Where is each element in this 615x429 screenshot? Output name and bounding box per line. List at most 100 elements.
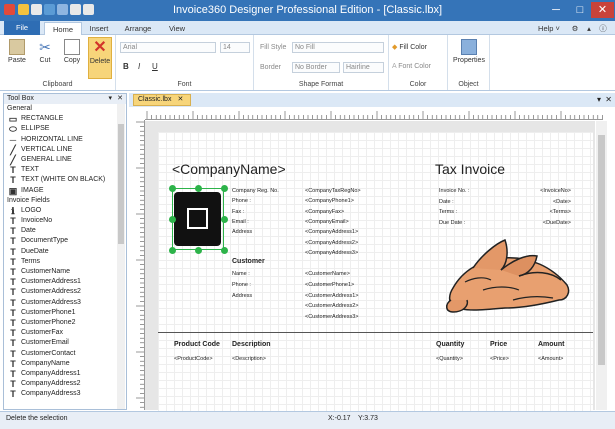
toolbox-item[interactable]: T CustomerAddress1	[4, 277, 118, 287]
invoice-field-value[interactable]: <DueDate>	[508, 220, 571, 226]
invoice-field-label[interactable]: Due Date :	[439, 220, 465, 226]
toolbox-scroll-thumb[interactable]	[118, 124, 124, 244]
toolbox-item[interactable]: T CustomerPhone1	[4, 308, 118, 318]
invoice-field-value[interactable]: <InvoiceNo>	[508, 188, 571, 194]
toolbox-item[interactable]: T CompanyAddress3	[4, 389, 118, 399]
column-header[interactable]: Quantity	[436, 341, 464, 348]
company-field-value[interactable]: <CompanyAddress1>	[305, 229, 358, 235]
resize-handle-sw[interactable]	[169, 247, 176, 254]
company-field-label[interactable]: Email :	[232, 219, 249, 225]
toolbox-category[interactable]: General	[4, 104, 118, 114]
help-menu[interactable]: Help ˅	[534, 22, 564, 35]
column-value[interactable]: <ProductCode>	[174, 356, 213, 362]
paste-button[interactable]: Paste	[6, 37, 28, 79]
company-field-label[interactable]: Phone :	[232, 198, 251, 204]
customer-field-value[interactable]: <CustomerName>	[305, 271, 350, 277]
toolbox-item[interactable]: T CustomerPhone2	[4, 318, 118, 328]
invoice-page[interactable]: <CompanyName> Tax Invoice Company Reg. N…	[158, 132, 593, 412]
underline-button[interactable]: U	[152, 62, 158, 71]
font-size-select[interactable]: 14	[220, 42, 250, 53]
font-name-select[interactable]: Arial	[120, 42, 216, 53]
tab-insert[interactable]: Insert	[84, 22, 114, 35]
customer-field-label[interactable]: Address	[232, 293, 252, 299]
font-color-button[interactable]: A Font Color	[392, 63, 431, 70]
toolbox-item[interactable]: ▭ RECTANGLE	[4, 114, 118, 124]
customer-field-value[interactable]: <CustomerPhone1>	[305, 282, 354, 288]
toolbox-item[interactable]: T CustomerEmail	[4, 338, 118, 348]
toolbox-item[interactable]: T Date	[4, 226, 118, 236]
toolbox-category[interactable]: Invoice Fields	[4, 196, 118, 206]
tab-file[interactable]: File	[4, 21, 40, 35]
options-icon[interactable]: ⚙	[570, 22, 580, 35]
toolbox-item[interactable]: T TEXT (WHITE ON BLACK)	[4, 175, 118, 185]
customer-field-value[interactable]: <CustomerAddress3>	[305, 314, 359, 320]
company-field-value[interactable]: <CompanyPhone1>	[305, 198, 354, 204]
toolbox-item[interactable]: ℹ LOGO	[4, 206, 118, 216]
tab-home[interactable]: Home	[44, 22, 82, 36]
toolbox-scrollbar[interactable]	[117, 104, 125, 409]
tax-invoice-heading[interactable]: Tax Invoice	[435, 161, 505, 177]
cut-button[interactable]: ✂ Cut	[34, 37, 56, 79]
invoice-field-label[interactable]: Terms :	[439, 209, 457, 215]
column-header[interactable]: Product Code	[174, 341, 220, 348]
resize-handle-e[interactable]	[221, 216, 228, 223]
toolbox-item[interactable]: ▣ IMAGE	[4, 186, 118, 196]
toolbox-item[interactable]: T DueDate	[4, 247, 118, 257]
fill-color-button[interactable]: ◆ Fill Color	[392, 43, 427, 51]
toolbox-item[interactable]: ╱ GENERAL LINE	[4, 155, 118, 165]
border-style-select[interactable]: Hairline	[343, 62, 384, 73]
tab-arrange[interactable]: Arrange	[120, 22, 156, 35]
bold-button[interactable]: B	[123, 62, 129, 71]
company-field-label[interactable]: Fax :	[232, 209, 244, 215]
company-name-field[interactable]: <CompanyName>	[172, 161, 286, 177]
croissant-image[interactable]	[443, 230, 578, 320]
info-icon[interactable]: ⓘ	[598, 22, 608, 35]
toolbox-item[interactable]: ⬭ ELLIPSE	[4, 124, 118, 134]
toolbox-item[interactable]: ─ HORIZONTAL LINE	[4, 135, 118, 145]
close-button[interactable]: ✕	[591, 2, 614, 18]
toolbox-item[interactable]: T CustomerContact	[4, 349, 118, 359]
toolbox-item[interactable]: T CustomerFax	[4, 328, 118, 338]
toolbox-item[interactable]: T DocumentType	[4, 236, 118, 246]
customer-field-value[interactable]: <CustomerAddress2>	[305, 303, 359, 309]
company-field-value[interactable]: <CompanyEmail>	[305, 219, 349, 225]
delete-button[interactable]: ✕ Delete	[88, 37, 112, 79]
resize-handle-n[interactable]	[195, 185, 202, 192]
toolbox-item[interactable]: ╱ VERTICAL LINE	[4, 145, 118, 155]
properties-button[interactable]: Properties	[450, 37, 488, 79]
column-value[interactable]: <Description>	[232, 356, 266, 362]
column-header[interactable]: Amount	[538, 341, 564, 348]
tab-view[interactable]: View	[163, 22, 191, 35]
invoice-field-label[interactable]: Date :	[439, 199, 454, 205]
maximize-button[interactable]: □	[569, 2, 591, 18]
canvas-scroll-thumb[interactable]	[598, 135, 605, 365]
customer-field-value[interactable]: <CustomerAddress1>	[305, 293, 359, 299]
company-field-label[interactable]: Address	[232, 229, 252, 235]
tab-dropdown-icon[interactable]: ▾	[597, 95, 601, 104]
column-header[interactable]: Description	[232, 341, 271, 348]
column-header[interactable]: Price	[490, 341, 507, 348]
minimize-button[interactable]: ─	[545, 2, 567, 18]
toolbox-item[interactable]: T TEXT	[4, 165, 118, 175]
toolbox-close-icon[interactable]: ✕	[117, 94, 123, 104]
toolbox-item[interactable]: T InvoiceNo	[4, 216, 118, 226]
company-field-value[interactable]: <CompanyAddress3>	[305, 250, 358, 256]
company-field-value[interactable]: <CompanyFax>	[305, 209, 344, 215]
fill-style-select[interactable]: No Fill	[292, 42, 384, 53]
italic-button[interactable]: I	[138, 62, 140, 71]
toolbox-item[interactable]: T Terms	[4, 257, 118, 267]
company-field-value[interactable]: <CompanyAddress2>	[305, 240, 358, 246]
toolbox-item[interactable]: T CustomerAddress3	[4, 298, 118, 308]
tab-close-icon[interactable]: ✕	[177, 96, 183, 103]
customer-heading[interactable]: Customer	[232, 258, 265, 265]
customer-field-label[interactable]: Phone :	[232, 282, 251, 288]
toolbox-item[interactable]: T CompanyAddress2	[4, 379, 118, 389]
column-value[interactable]: <Price>	[490, 356, 509, 362]
resize-handle-s[interactable]	[195, 247, 202, 254]
invoice-field-value[interactable]: <Terms>	[508, 209, 571, 215]
toolbox-item[interactable]: T CompanyName	[4, 359, 118, 369]
copy-button[interactable]: Copy	[61, 37, 83, 79]
doc-close-icon[interactable]: ✕	[605, 95, 612, 104]
toolbox-item[interactable]: T CustomerName	[4, 267, 118, 277]
toolbox-item[interactable]: T CompanyAddress1	[4, 369, 118, 379]
